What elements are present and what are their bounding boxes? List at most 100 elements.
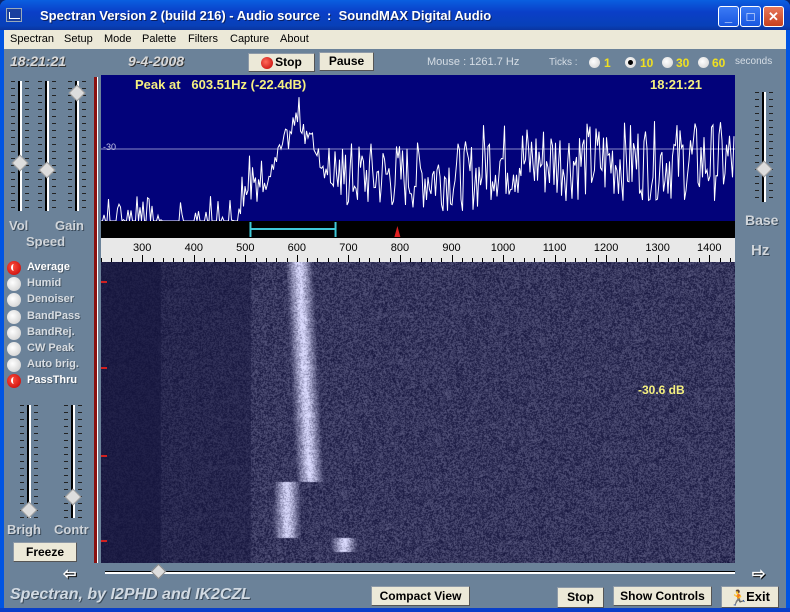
freq-tick-label: 1100	[542, 242, 567, 254]
freq-tick-label: 800	[390, 242, 410, 254]
freq-tick-label: 700	[339, 242, 358, 254]
freq-tick-mark	[193, 255, 195, 262]
freq-tick-mark	[554, 255, 556, 262]
title-bar[interactable]: Spectran Version 2 (build 216) - Audio s…	[0, 0, 790, 30]
waterfall-image	[101, 262, 735, 563]
volume-slider[interactable]	[11, 81, 29, 211]
freq-tick-mark	[245, 255, 247, 262]
freq-tick-mark	[451, 255, 453, 262]
option-toggle-icon[interactable]	[7, 342, 21, 356]
time-tick-mark	[101, 367, 107, 369]
stop-button[interactable]: Stop	[248, 53, 315, 72]
contrast-label: Contr	[54, 522, 89, 537]
record-icon	[261, 57, 273, 69]
tick-label-30: 30	[676, 56, 690, 70]
current-time: 18:21:21	[10, 53, 67, 69]
exit-button[interactable]: 🏃 Exit	[721, 586, 779, 608]
freq-tick-label: 900	[442, 242, 461, 254]
freq-tick-mark	[142, 255, 144, 262]
tick-label-60: 60	[712, 56, 726, 70]
brightness-slider[interactable]	[20, 405, 38, 519]
current-date: 9-4-2008	[128, 53, 185, 69]
stop-button-bottom[interactable]: Stop	[557, 587, 604, 608]
close-button[interactable]: ✕	[763, 6, 784, 27]
freq-tick-mark	[296, 255, 298, 262]
gain-slider[interactable]	[68, 81, 86, 211]
freeze-button[interactable]: Freeze	[13, 542, 77, 562]
contrast-slider[interactable]	[64, 405, 82, 518]
tick-radio-30[interactable]	[662, 57, 673, 68]
option-toggle-icon[interactable]	[7, 309, 21, 324]
freq-tick-mark	[348, 255, 350, 262]
compact-view-button[interactable]: Compact View	[371, 586, 470, 606]
time-tick-mark	[101, 540, 107, 542]
minimize-button[interactable]: _	[718, 6, 739, 27]
tick-label-10: 10	[640, 56, 654, 70]
maximize-button[interactable]: □	[740, 6, 761, 27]
option-label: Average	[27, 261, 71, 273]
option-label: Auto brig.	[27, 358, 79, 371]
tick-radio-1[interactable]	[589, 57, 600, 68]
time-tick-mark	[101, 455, 107, 457]
spectrum-display[interactable]: -30 Peak at 603.51Hz (-22.4dB) 18:21:21	[101, 75, 735, 221]
menu-mode[interactable]: Mode	[104, 33, 132, 45]
freq-tick-mark	[399, 255, 401, 262]
option-label: PassThru	[27, 374, 78, 387]
base-slider[interactable]	[755, 92, 773, 202]
menu-spectran[interactable]: Spectran	[10, 33, 54, 45]
option-label: BandRej.	[27, 325, 75, 338]
app-icon[interactable]	[6, 8, 22, 22]
waterfall-display[interactable]: -30.6 dB	[101, 262, 735, 563]
gain-label: Gain	[55, 218, 84, 233]
option-label: Denoiser	[27, 293, 75, 306]
menu-bar: Spectran Setup Mode Palette Filters Capt…	[4, 30, 786, 49]
vol-label: Vol	[9, 218, 29, 233]
time-tick-mark	[101, 281, 107, 283]
app-window: Spectran Version 2 (build 216) - Audio s…	[0, 0, 790, 612]
scroll-right-arrow-icon[interactable]: ⇨	[752, 564, 765, 584]
stop-label: Stop	[275, 55, 302, 69]
exit-label: Exit	[746, 589, 770, 604]
tick-label-1: 1	[604, 56, 611, 70]
freq-tick-label: 1400	[696, 242, 722, 254]
scroll-left-arrow-icon[interactable]: ⇦	[63, 564, 76, 584]
seconds-label: seconds	[735, 56, 773, 67]
speed-slider[interactable]	[38, 81, 56, 211]
freq-tick-mark	[606, 255, 608, 262]
option-label: Humid	[27, 277, 62, 290]
tick-radio-60[interactable]	[698, 57, 709, 68]
mouse-frequency-readout: Mouse : 1261.7 Hz	[427, 56, 520, 68]
spectrum-trace	[101, 97, 735, 221]
waterfall-scroll-slider[interactable]	[105, 563, 735, 580]
option-toggle-icon[interactable]	[7, 261, 21, 275]
option-toggle-icon[interactable]	[7, 325, 21, 340]
menu-filters[interactable]: Filters	[188, 33, 218, 45]
show-controls-button[interactable]: Show Controls	[613, 586, 712, 606]
menu-palette[interactable]: Palette	[142, 33, 176, 45]
freq-tick-mark	[657, 255, 659, 262]
option-label: BandPass	[27, 309, 81, 322]
peak-readout: Peak at 603.51Hz (-22.4dB)	[135, 77, 307, 92]
filter-bandwidth-strip[interactable]	[101, 221, 735, 238]
menu-setup[interactable]: Setup	[64, 33, 93, 45]
brightness-label: Brigh	[7, 522, 41, 537]
freq-tick-label: 500	[236, 242, 255, 254]
frequency-scale: 300 400 500 600 700 800 900 1000 1100 1200 1300 140…	[101, 238, 735, 262]
frequency-marker-icon	[394, 226, 401, 237]
window-title: Spectran Version 2 (build 216) - Audio s…	[40, 8, 492, 23]
base-label: Base	[745, 212, 779, 228]
db-reference-label: -30	[103, 142, 117, 152]
freq-tick-label: 300	[133, 242, 152, 254]
pause-button[interactable]: Pause	[319, 52, 374, 71]
freq-tick-mark	[503, 255, 505, 262]
speed-label: Speed	[26, 234, 66, 249]
menu-capture[interactable]: Capture	[230, 33, 269, 45]
tick-radio-10[interactable]	[625, 57, 636, 68]
menu-about[interactable]: About	[280, 33, 309, 45]
hz-label: Hz	[751, 242, 770, 259]
freq-tick-label: 1200	[593, 242, 619, 254]
freq-tick-label: 600	[287, 242, 307, 254]
freq-tick-label: 400	[184, 242, 203, 254]
freq-tick-mark	[709, 255, 711, 262]
level-meter	[94, 77, 98, 563]
